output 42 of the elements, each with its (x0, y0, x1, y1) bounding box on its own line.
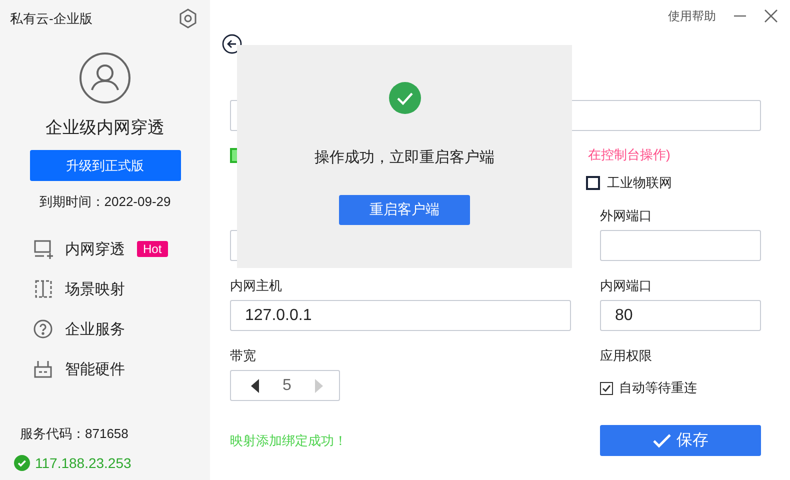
hint-text: 在控制台操作) (588, 146, 670, 164)
field-label: 应用权限 (600, 347, 653, 365)
checkbox[interactable] (586, 176, 600, 190)
upgrade-button[interactable]: 升级到正式版 (30, 150, 180, 181)
dialog-message: 操作成功，立即重启客户端 (314, 148, 494, 167)
ip-address: 117.188.23.253 (35, 455, 132, 471)
help-link[interactable]: 使用帮助 (668, 8, 716, 24)
input-field[interactable] (600, 230, 761, 261)
nav-item[interactable]: 内网穿透 (65, 240, 125, 258)
field-label: 内网端口 (600, 277, 653, 295)
service-code: 服务代码：871658 (19, 425, 130, 443)
field-label: 带宽 (230, 347, 257, 365)
nav-item[interactable]: 智能硬件 (65, 360, 125, 378)
decrease-icon[interactable] (251, 378, 259, 392)
check-icon (652, 432, 670, 448)
router-icon (33, 359, 53, 379)
help-icon (33, 319, 53, 339)
checkbox-label: 自动等待重连 (619, 379, 697, 397)
product-name: 企业级内网穿透 (46, 117, 164, 139)
hot-badge: Hot (137, 241, 168, 257)
input-field[interactable]: 80 (600, 300, 761, 331)
success-message: 映射添加绑定成功！ (230, 432, 348, 450)
save-button[interactable]: 保存 (600, 425, 761, 456)
close-button[interactable] (764, 9, 778, 23)
monitor-icon (33, 239, 53, 259)
success-icon (388, 82, 420, 114)
field-label: 内网主机 (230, 277, 283, 295)
back-icon[interactable] (222, 34, 242, 54)
checkbox[interactable] (600, 382, 613, 394)
input-field[interactable]: 127.0.0.1 (230, 300, 571, 331)
app-title: 私有云-企业版 (10, 10, 92, 28)
avatar-icon (79, 52, 131, 104)
checkbox-label: 工业物联网 (607, 174, 672, 192)
split-panel-icon (33, 279, 53, 299)
field-label: 外网端口 (600, 207, 653, 225)
close-icon (764, 9, 778, 23)
nav-item[interactable]: 场景映射 (65, 280, 125, 298)
nav-item[interactable]: 企业服务 (65, 320, 125, 338)
expiry-date: 到期时间：2022-09-29 (39, 193, 171, 211)
bandwidth-stepper[interactable]: 5 (230, 370, 340, 401)
settings-icon[interactable] (178, 8, 198, 30)
restart-button[interactable]: 重启客户端 (339, 195, 470, 225)
